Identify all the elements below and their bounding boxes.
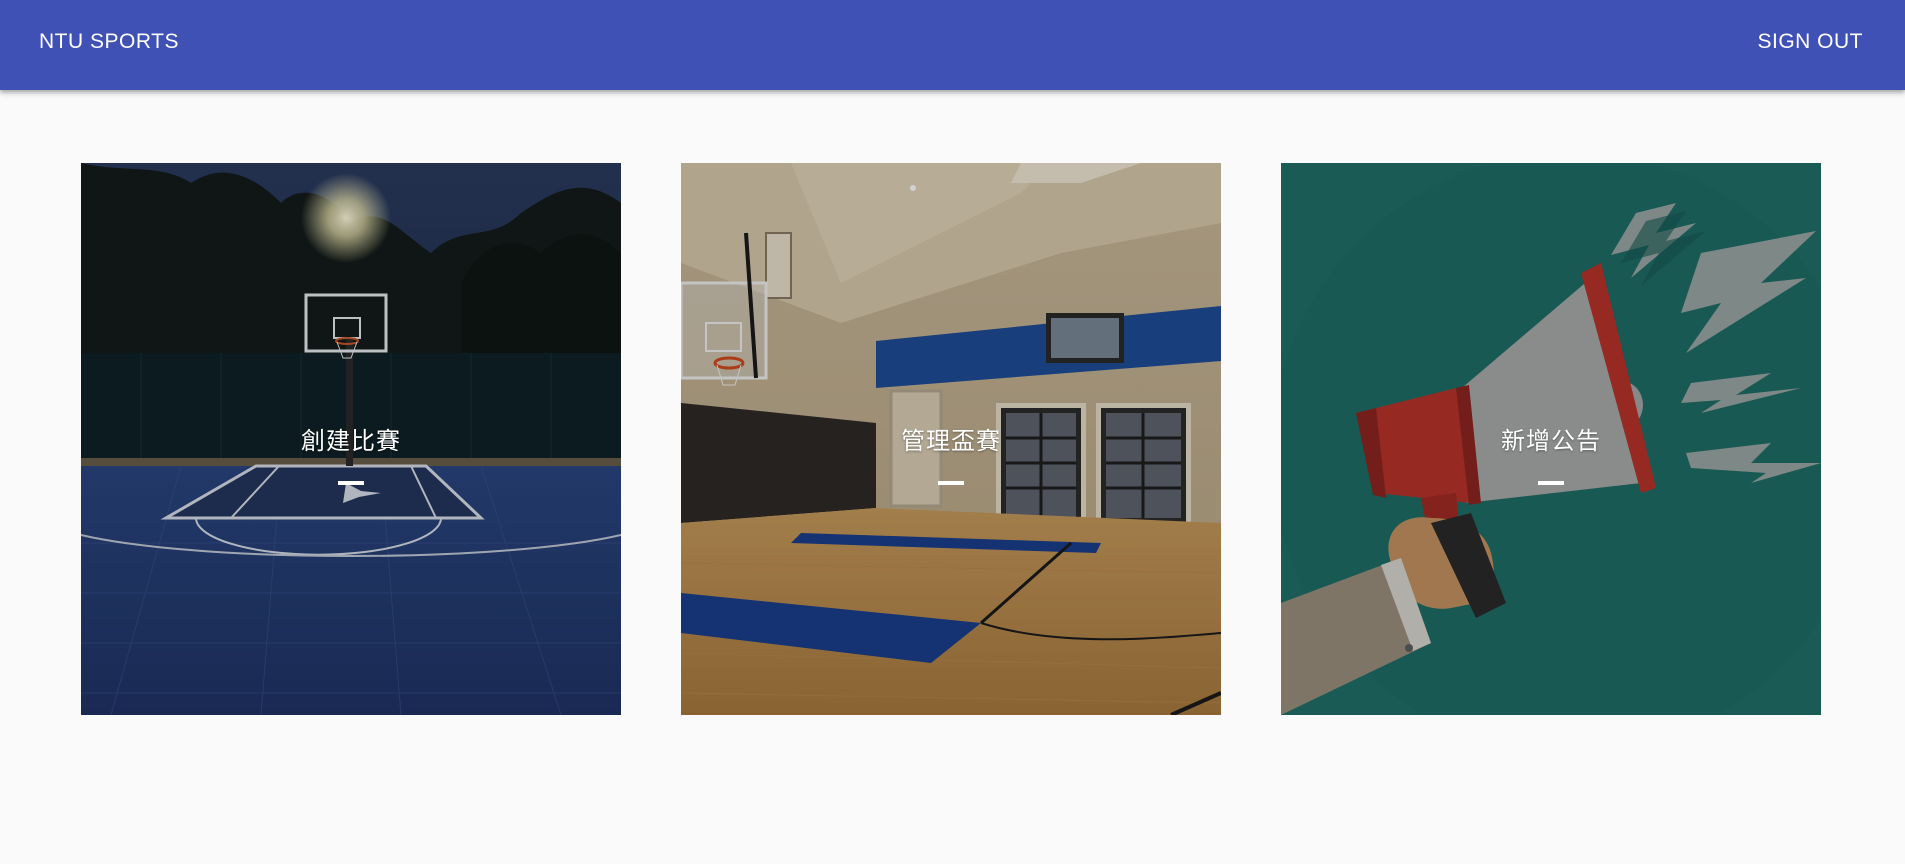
caption-underline <box>938 481 964 485</box>
caption-underline <box>1538 481 1564 485</box>
manage-tournament-tile[interactable]: 管理盃賽 <box>681 163 1221 715</box>
create-match-tile[interactable]: 創建比賽 <box>81 163 621 715</box>
create-match-label: 創建比賽 <box>301 428 401 455</box>
sign-out-button[interactable]: SIGN OUT <box>1757 30 1863 54</box>
add-announcement-label: 新增公告 <box>1501 428 1601 455</box>
app-bar: NTU SPORTS SIGN OUT <box>0 0 1905 90</box>
brand-title[interactable]: NTU SPORTS <box>39 30 179 54</box>
manage-tournament-label: 管理盃賽 <box>901 428 1001 455</box>
caption-underline <box>338 481 364 485</box>
add-announcement-tile[interactable]: 新增公告 <box>1281 163 1821 715</box>
